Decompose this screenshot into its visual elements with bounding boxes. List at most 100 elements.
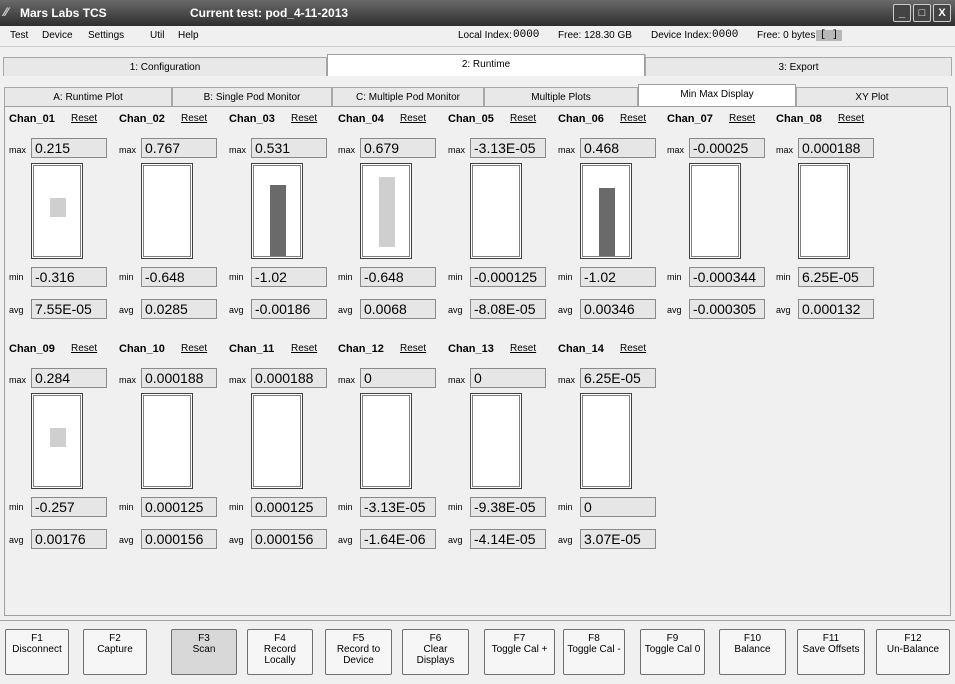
reset-link[interactable]: Reset <box>71 113 97 124</box>
menu-device[interactable]: Device <box>42 30 73 41</box>
max-value: 0 <box>470 368 546 388</box>
fkey-f12-button[interactable]: F12 Un-Balance <box>876 629 950 675</box>
reset-link[interactable]: Reset <box>291 113 317 124</box>
channel-name: Chan_05 <box>448 113 494 125</box>
fkey-number: F7 <box>513 633 526 644</box>
min-label: min <box>448 272 463 282</box>
avg-value: 0.0285 <box>141 299 217 319</box>
max-label: max <box>9 375 27 385</box>
max-value: 0 <box>360 368 436 388</box>
fkey-f10-button[interactable]: F10 Balance <box>719 629 786 675</box>
level-gauge <box>141 393 193 489</box>
min-value: -0.000344 <box>689 267 765 287</box>
channel-block: Chan_08 Reset max 0.000188 min 6.25E-05 avg 0.0… <box>772 107 882 327</box>
fkey-f7-button[interactable]: F7 Toggle Cal + <box>484 629 555 675</box>
channel-name: Chan_03 <box>229 113 275 125</box>
min-label: min <box>448 502 463 512</box>
close-icon[interactable]: X <box>933 4 951 22</box>
channel-block: Chan_13 Reset max 0 min -9.38E-05 avg -4.14E-05 <box>444 337 554 557</box>
channel-name: Chan_11 <box>229 343 275 355</box>
min-label: min <box>119 502 134 512</box>
level-gauge <box>470 393 522 489</box>
reset-link[interactable]: Reset <box>71 343 97 354</box>
fkey-f2-button[interactable]: F2 Capture <box>83 629 147 675</box>
menu-settings[interactable]: Settings <box>88 30 124 41</box>
reset-link[interactable]: Reset <box>510 343 536 354</box>
min-label: min <box>558 502 573 512</box>
reset-link[interactable]: Reset <box>620 343 646 354</box>
max-value: 0.767 <box>141 138 217 158</box>
menu-util[interactable]: Util <box>150 30 164 41</box>
tab-min-max-display[interactable]: Min Max Display <box>638 84 796 106</box>
min-label: min <box>119 272 134 282</box>
tab-single-pod-monitor[interactable]: B: Single Pod Monitor <box>172 87 332 106</box>
max-label: max <box>119 375 137 385</box>
device-index-value: 0000 <box>712 29 739 41</box>
min-value: -0.257 <box>31 497 107 517</box>
max-value: 0.215 <box>31 138 107 158</box>
fkey-label: Clear Displays <box>416 644 455 666</box>
fkey-number: F11 <box>822 633 840 644</box>
fkey-label: Un-Balance <box>886 644 940 655</box>
local-free: Free: 128.30 GB <box>558 30 632 41</box>
fkey-f6-button[interactable]: F6 Clear Displays <box>402 629 469 675</box>
menu-test[interactable]: Test <box>10 30 28 41</box>
reset-link[interactable]: Reset <box>510 113 536 124</box>
fkey-f3-button[interactable]: F3 Scan <box>171 629 237 675</box>
max-value: -0.00025 <box>689 138 765 158</box>
tab-multiple-plots[interactable]: Multiple Plots <box>484 87 638 106</box>
fkey-f1-button[interactable]: F1 Disconnect <box>5 629 69 675</box>
reset-link[interactable]: Reset <box>291 343 317 354</box>
reset-link[interactable]: Reset <box>400 113 426 124</box>
tab-export[interactable]: 3: Export <box>645 57 952 76</box>
sub-tabs: A: Runtime Plot B: Single Pod Monitor C:… <box>4 84 950 107</box>
min-value: -9.38E-05 <box>470 497 546 517</box>
max-value: 0.000188 <box>141 368 217 388</box>
min-label: min <box>667 272 682 282</box>
avg-label: avg <box>448 305 463 315</box>
menu-help[interactable]: Help <box>178 30 199 41</box>
tab-runtime[interactable]: 2: Runtime <box>327 54 645 76</box>
channel-name: Chan_12 <box>338 343 384 355</box>
level-bar <box>50 428 66 447</box>
maximize-icon[interactable]: □ <box>913 4 931 22</box>
reset-link[interactable]: Reset <box>729 113 755 124</box>
reset-link[interactable]: Reset <box>181 113 207 124</box>
app-title: Mars Labs TCS <box>20 6 107 20</box>
reset-link[interactable]: Reset <box>181 343 207 354</box>
min-value: -3.13E-05 <box>360 497 436 517</box>
avg-label: avg <box>9 535 24 545</box>
min-value: 0 <box>580 497 656 517</box>
fkey-f11-button[interactable]: F11 Save Offsets <box>797 629 865 675</box>
channel-name: Chan_10 <box>119 343 165 355</box>
reset-link[interactable]: Reset <box>620 113 646 124</box>
max-value: 0.000188 <box>251 368 327 388</box>
fkey-f5-button[interactable]: F5 Record to Device <box>325 629 392 675</box>
tab-xy-plot[interactable]: XY Plot <box>796 87 948 106</box>
channel-name: Chan_01 <box>9 113 55 125</box>
fkey-label: Toggle Cal + <box>491 644 548 655</box>
min-label: min <box>229 502 244 512</box>
max-label: max <box>119 145 137 155</box>
tab-runtime-plot[interactable]: A: Runtime Plot <box>4 87 172 106</box>
max-label: max <box>229 145 247 155</box>
level-gauge <box>360 163 412 259</box>
minimize-icon[interactable]: _ <box>893 4 911 22</box>
channel-name: Chan_06 <box>558 113 604 125</box>
fkey-number: F1 <box>31 633 43 644</box>
fkey-label: Scan <box>192 644 216 655</box>
fkey-f9-button[interactable]: F9 Toggle Cal 0 <box>640 629 705 675</box>
fkey-number: F12 <box>904 633 922 644</box>
fkey-f8-button[interactable]: F8 Toggle Cal - <box>563 629 625 675</box>
fkey-label: Record to Device <box>336 644 381 666</box>
fkey-f4-button[interactable]: F4 Record Locally <box>247 629 313 675</box>
min-value: -1.02 <box>251 267 327 287</box>
tab-configuration[interactable]: 1: Configuration <box>3 57 327 76</box>
tab-multiple-pod-monitor[interactable]: C: Multiple Pod Monitor <box>332 87 484 106</box>
avg-label: avg <box>229 535 244 545</box>
min-label: min <box>338 502 353 512</box>
max-label: max <box>776 145 794 155</box>
reset-link[interactable]: Reset <box>400 343 426 354</box>
channel-block: Chan_04 Reset max 0.679 min -0.648 avg 0.0068 <box>334 107 444 327</box>
reset-link[interactable]: Reset <box>838 113 864 124</box>
